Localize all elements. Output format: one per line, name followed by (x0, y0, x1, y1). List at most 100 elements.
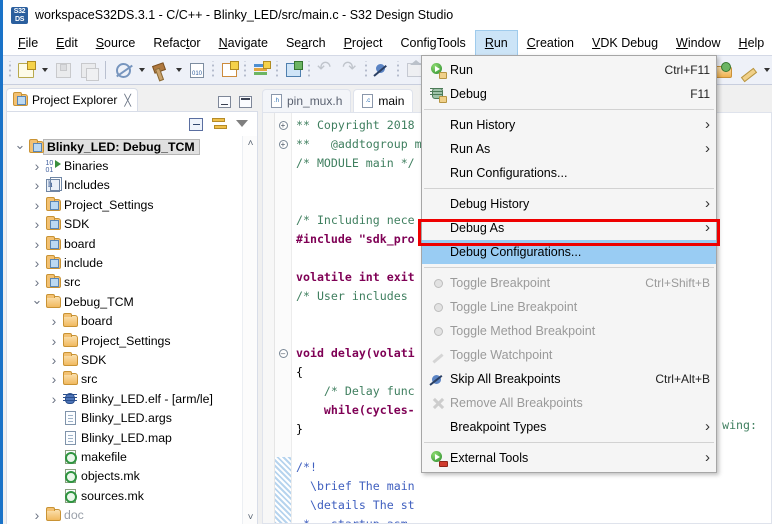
tree-expand-toggle[interactable] (47, 371, 61, 387)
tree-item-src[interactable]: src (7, 273, 257, 292)
tree-item-binaries[interactable]: 1001Binaries (7, 156, 257, 175)
menu-search[interactable]: Search (277, 30, 335, 55)
menu-help[interactable]: Help (730, 30, 772, 55)
toolbar-group-handle-5[interactable] (364, 61, 368, 79)
menu-file[interactable]: File (9, 30, 47, 55)
tree-expand-toggle[interactable] (30, 236, 44, 252)
menu-window[interactable]: Window (667, 30, 729, 55)
menu-item-run-as[interactable]: Run As (422, 137, 716, 161)
menu-item-run-configurations[interactable]: Run Configurations... (422, 161, 716, 185)
tree-item-project-settings[interactable]: Project_Settings (7, 195, 257, 214)
tree-item-board[interactable]: board (7, 312, 257, 331)
layers-icon[interactable] (249, 58, 273, 82)
tree-item-sdk[interactable]: SDK (7, 350, 257, 369)
menu-item-debug-configurations[interactable]: Debug Configurations... (422, 240, 716, 264)
build-hammer-icon[interactable] (148, 58, 172, 82)
close-icon[interactable]: ╳ (124, 94, 131, 107)
scroll-down-icon[interactable]: ˅ (243, 510, 257, 524)
new-file-icon[interactable] (14, 58, 38, 82)
menu-creation[interactable]: Creation (518, 30, 583, 55)
menu-refactor[interactable]: Refactor (144, 30, 209, 55)
menu-run[interactable]: Run (474, 30, 518, 55)
fold-toggle[interactable]: + (275, 135, 291, 154)
tree-item-debug-tcm[interactable]: Debug_TCM (7, 292, 257, 311)
menu-item-debug-as[interactable]: Debug As (422, 216, 716, 240)
menu-project[interactable]: Project (335, 30, 392, 55)
tree-item-blinky-led-debug-tcm[interactable]: Blinky_LED: Debug_TCM (7, 137, 257, 156)
tree-expand-toggle[interactable] (13, 144, 27, 150)
tree-item-blinky-led-args[interactable]: Blinky_LED.args (7, 408, 257, 427)
new-file-dropdown-icon[interactable] (39, 59, 50, 81)
redo-icon[interactable] (338, 58, 362, 82)
tree-item-sdk[interactable]: SDK (7, 215, 257, 234)
menu-item-external-tools[interactable]: External Tools (422, 446, 716, 470)
maximize-icon[interactable] (239, 96, 252, 108)
tree-expand-toggle[interactable] (30, 255, 44, 271)
menu-configtools[interactable]: ConfigTools (391, 30, 474, 55)
collapse-all-icon[interactable] (189, 117, 203, 131)
tab-main-c[interactable]: .c main (353, 89, 414, 112)
tree-item-sources-mk[interactable]: sources.mk (7, 486, 257, 505)
tab-pin-mux-h[interactable]: .h pin_mux.h (262, 89, 352, 112)
binary-icon[interactable]: 010 (185, 58, 209, 82)
web-browser-dropdown-icon[interactable] (136, 59, 147, 81)
tree-item-objects-mk[interactable]: objects.mk (7, 467, 257, 486)
tab-project-explorer[interactable]: Project Explorer ╳ (6, 88, 138, 111)
menu-item-breakpoint-types[interactable]: Breakpoint Types (422, 415, 716, 439)
tree-item-include[interactable]: include (7, 253, 257, 272)
toolbar-group-handle[interactable] (211, 61, 215, 79)
fold-toggle[interactable]: + (275, 116, 291, 135)
new-project-icon[interactable] (217, 58, 241, 82)
fold-toggle[interactable]: – (275, 344, 291, 363)
tree-item-board[interactable]: board (7, 234, 257, 253)
minimize-icon[interactable] (218, 96, 231, 108)
undo-icon[interactable] (313, 58, 337, 82)
tree-expand-toggle[interactable] (47, 313, 61, 329)
link-with-editor-icon[interactable] (212, 117, 227, 131)
tree-expand-toggle[interactable] (30, 274, 44, 290)
tree-expand-toggle[interactable] (47, 391, 61, 407)
toolbar-group-handle-4[interactable] (307, 61, 311, 79)
menu-source[interactable]: Source (87, 30, 145, 55)
save-all-icon[interactable] (76, 58, 100, 82)
tree-expand-toggle[interactable] (30, 177, 44, 193)
tree-expand-toggle[interactable] (30, 216, 44, 232)
toolbar-drag-handle[interactable] (8, 61, 12, 79)
tree-item-project-settings[interactable]: Project_Settings (7, 331, 257, 350)
menu-vdk-debug[interactable]: VDK Debug (583, 30, 667, 55)
toolbar-group-handle-6[interactable] (396, 61, 400, 79)
tree-item-includes[interactable]: Includes (7, 176, 257, 195)
scroll-up-icon[interactable]: ˄ (243, 136, 257, 151)
tree-expand-toggle[interactable] (30, 507, 44, 523)
tree-vertical-scrollbar[interactable]: ˄ ˅ (242, 136, 257, 524)
web-browser-icon[interactable] (111, 58, 135, 82)
skip-breakpoints-icon[interactable] (370, 58, 394, 82)
toolbar-overflow-icon[interactable] (761, 59, 772, 81)
menu-item-skip-all-breakpoints[interactable]: Skip All Breakpoints Ctrl+Alt+B (422, 367, 716, 391)
build-dropdown-icon[interactable] (173, 59, 184, 81)
new-view-icon[interactable] (281, 58, 305, 82)
project-tree[interactable]: Blinky_LED: Debug_TCM1001BinariesInclude… (7, 136, 257, 524)
save-icon[interactable] (51, 58, 75, 82)
tree-item-makefile[interactable]: makefile (7, 447, 257, 466)
tree-item-doc[interactable]: doc (7, 505, 257, 524)
view-menu-icon[interactable] (236, 120, 249, 128)
tree-item-src[interactable]: src (7, 370, 257, 389)
toolbar-group-handle-3[interactable] (275, 61, 279, 79)
tree-expand-toggle[interactable] (30, 158, 44, 174)
toolbar-group-handle-2[interactable] (243, 61, 247, 79)
tree-expand-toggle[interactable] (30, 197, 44, 213)
tree-expand-toggle[interactable] (30, 299, 44, 305)
menu-item-run-history[interactable]: Run History (422, 113, 716, 137)
annotate-icon[interactable] (736, 58, 760, 82)
tree-expand-toggle[interactable] (47, 333, 61, 349)
tree-item-blinky-led-map[interactable]: Blinky_LED.map (7, 428, 257, 447)
menu-item-run[interactable]: Run Ctrl+F11 (422, 58, 716, 82)
menu-item-debug[interactable]: Debug F11 (422, 82, 716, 106)
menu-item-debug-history[interactable]: Debug History (422, 192, 716, 216)
tree-item-blinky-led-elf-arm-le[interactable]: Blinky_LED.elf - [arm/le] (7, 389, 257, 408)
menu-edit[interactable]: Edit (47, 30, 87, 55)
menu-navigate[interactable]: Navigate (210, 30, 277, 55)
tree-expand-toggle[interactable] (47, 352, 61, 368)
editor-gutter[interactable] (263, 113, 275, 523)
